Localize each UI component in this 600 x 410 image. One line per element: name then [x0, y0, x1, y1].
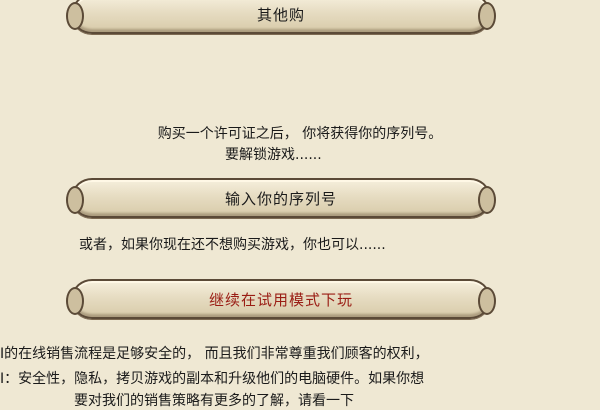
purchase-info-text: 购买一个许可证之后， 你将获得你的序列号。: [157, 126, 443, 142]
unlock-game-text: 要解锁游戏......: [225, 147, 322, 163]
security-text-line3: 要对我们的销售策略有更多的了解，请看一下: [74, 393, 354, 409]
other-purchase-button[interactable]: 其他购: [66, 0, 496, 34]
continue-trial-label: 继续在试用模式下玩: [208, 290, 353, 309]
security-text-line1: I的在线销售流程是足够安全的， 而且我们非常尊重我们顾客的权利，: [0, 346, 429, 362]
enter-serial-label: 输入你的序列号: [224, 189, 337, 208]
continue-trial-button[interactable]: 继续在试用模式下玩: [66, 279, 496, 319]
other-purchase-label: 其他购: [256, 5, 305, 24]
or-if-text: 或者，如果你现在还不想购买游戏，你也可以......: [79, 237, 386, 253]
security-text-line2: I：安全性，隐私，拷贝游戏的副本和升级他们的电脑硬件。如果你想: [0, 371, 425, 387]
enter-serial-button[interactable]: 输入你的序列号: [66, 178, 496, 218]
